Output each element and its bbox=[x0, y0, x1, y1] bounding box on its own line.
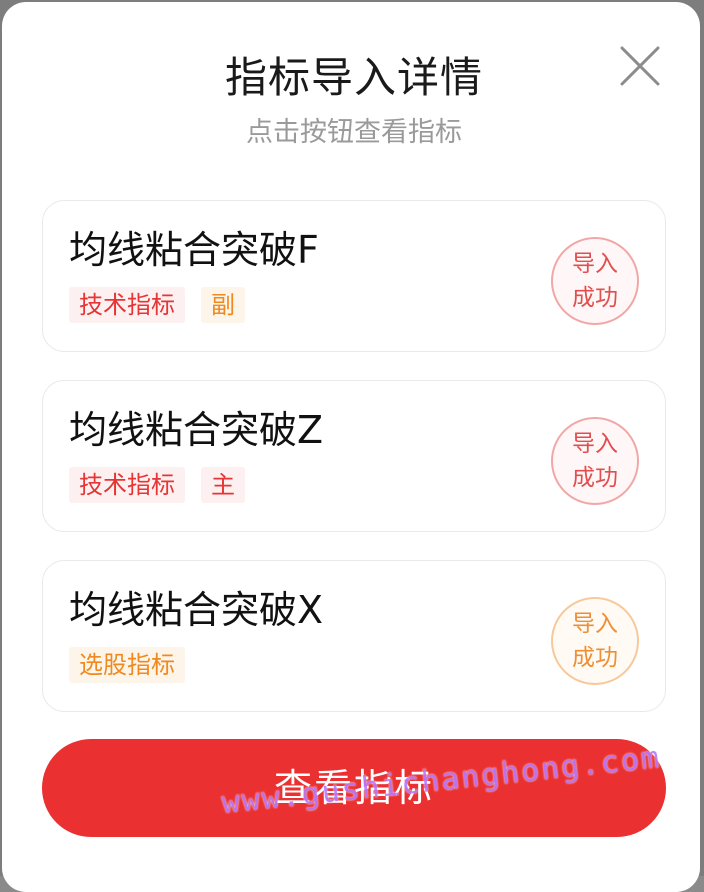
indicator-tags: 技术指标 主 bbox=[69, 467, 245, 503]
indicator-tags: 技术指标 副 bbox=[69, 287, 245, 323]
stamp-line2: 成功 bbox=[572, 645, 618, 671]
indicator-name: 均线粘合突破F bbox=[69, 228, 319, 272]
import-success-stamp: 导入 成功 bbox=[551, 597, 639, 685]
stamp-line2: 成功 bbox=[572, 465, 618, 491]
tag-type: 主 bbox=[201, 467, 245, 503]
stamp-line1: 导入 bbox=[572, 611, 618, 637]
tag-category: 技术指标 bbox=[69, 467, 185, 503]
tag-category: 选股指标 bbox=[69, 647, 185, 683]
stamp-line2: 成功 bbox=[572, 285, 618, 311]
tag-category: 技术指标 bbox=[69, 287, 185, 323]
indicator-card[interactable]: 均线粘合突破Z 技术指标 主 导入 成功 bbox=[42, 380, 666, 532]
indicator-name: 均线粘合突破X bbox=[69, 588, 324, 632]
tag-type: 副 bbox=[201, 287, 245, 323]
dialog-title: 指标导入详情 bbox=[224, 53, 483, 102]
import-success-stamp: 导入 成功 bbox=[551, 417, 639, 505]
indicator-card[interactable]: 均线粘合突破F 技术指标 副 导入 成功 bbox=[42, 200, 666, 352]
import-details-dialog: 指标导入详情 点击按钮查看指标 均线粘合突破F 技术指标 副 导入 成功 均线粘… bbox=[2, 2, 700, 892]
dialog-subtitle: 点击按钮查看指标 bbox=[246, 117, 462, 148]
indicator-tags: 选股指标 bbox=[69, 647, 185, 683]
stamp-line1: 导入 bbox=[572, 431, 618, 457]
indicator-name: 均线粘合突破Z bbox=[69, 408, 324, 452]
indicator-card[interactable]: 均线粘合突破X 选股指标 导入 成功 bbox=[42, 560, 666, 712]
import-success-stamp: 导入 成功 bbox=[551, 237, 639, 325]
stamp-line1: 导入 bbox=[572, 251, 618, 277]
